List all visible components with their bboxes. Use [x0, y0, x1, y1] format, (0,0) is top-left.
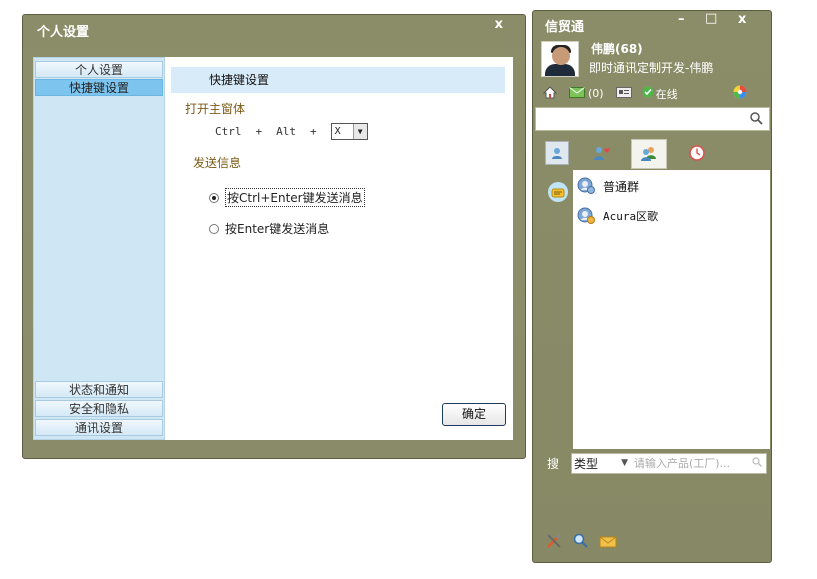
chat-bubble-icon: [548, 182, 568, 202]
tab-groups[interactable]: [631, 139, 667, 169]
nav-item-security-privacy[interactable]: 安全和隐私: [35, 400, 163, 417]
settings-nav: 个人设置 快捷键设置 状态和通知 安全和隐私 通讯设置: [33, 57, 165, 440]
tools-icon[interactable]: [545, 532, 563, 553]
search-label: 搜: [546, 456, 559, 471]
group-name: Acura区歌: [603, 210, 659, 223]
settings-window: 个人设置 x 个人设置 快捷键设置 状态和通知 安全和隐私 通讯设置 快捷键设置…: [22, 14, 526, 459]
contact-icon: [552, 148, 562, 159]
contact-search-input[interactable]: [535, 107, 770, 131]
group-avatar-icon: [577, 207, 595, 224]
plus-label: +: [255, 125, 263, 138]
radio-button-checked[interactable]: [209, 192, 219, 203]
plus-label: +: [310, 125, 317, 138]
settings-body: 个人设置 快捷键设置 状态和通知 安全和隐私 通讯设置 快捷键设置 打开主窗体 …: [33, 57, 513, 440]
status-text[interactable]: 在线: [656, 86, 678, 102]
tab-favorites[interactable]: [591, 141, 615, 165]
nav-item-hotkeys[interactable]: 快捷键设置: [35, 79, 163, 96]
product-search-input[interactable]: 请输入产品(工厂)...: [634, 455, 752, 471]
avatar[interactable]: [541, 41, 579, 77]
ctrl-key-label: Ctrl: [215, 125, 242, 138]
content-header: 快捷键设置: [171, 67, 505, 93]
status-bar: (0) 在线: [542, 85, 747, 102]
settings-title: 个人设置: [37, 25, 90, 40]
search-icon[interactable]: [752, 456, 762, 470]
minimize-button[interactable]: –: [678, 12, 685, 27]
maximize-button[interactable]: □: [705, 11, 717, 26]
bottom-toolbar: [545, 532, 617, 553]
radio-label-ctrl-enter[interactable]: 按Ctrl+Enter键发送消息: [225, 188, 365, 207]
type-label: 类型: [574, 456, 599, 471]
list-item[interactable]: 普通群: [577, 177, 639, 195]
heart-contacts-icon: [594, 147, 610, 160]
close-button[interactable]: x: [495, 17, 503, 32]
group-chat-side-icon[interactable]: [545, 179, 571, 205]
tab-recent[interactable]: [685, 141, 709, 165]
hotkey-select-value: X: [334, 126, 341, 137]
user-name: 伟鹏(68): [591, 42, 643, 56]
product-search-box[interactable]: 类型 ▼ 请输入产品(工厂)...: [571, 452, 767, 474]
search-icon[interactable]: [750, 112, 763, 128]
ok-button[interactable]: 确定: [442, 403, 506, 426]
nav-item-status-notify[interactable]: 状态和通知: [35, 381, 163, 398]
search-icon[interactable]: [573, 533, 589, 552]
group-icon: [641, 147, 656, 161]
product-search-bar: 搜 类型 ▼ 请输入产品(工厂)...: [535, 452, 770, 474]
type-dropdown[interactable]: 类型 ▼: [572, 455, 634, 472]
hotkey-row: Ctrl + Alt + X ▼: [215, 123, 368, 140]
close-button[interactable]: x: [738, 12, 746, 27]
content-panel: 快捷键设置 打开主窗体 Ctrl + Alt + X ▼ 发送信息 按Ctrl+…: [167, 57, 513, 440]
mail-count: (0): [588, 87, 604, 100]
alt-key-label: Alt: [276, 125, 296, 138]
home-icon[interactable]: [542, 85, 558, 102]
envelope-icon[interactable]: [599, 534, 617, 551]
messenger-window: 信贸通 – □ x 伟鹏(68) 即时通讯定制开发-伟鹏 (0) 在线 普通群 …: [532, 10, 772, 563]
group-name: 普通群: [603, 179, 640, 194]
chevron-down-icon: ▼: [621, 457, 628, 468]
group-avatar-icon: [577, 177, 595, 194]
nav-item-personal[interactable]: 个人设置: [35, 61, 163, 78]
radio-enter[interactable]: 按Enter键发送消息: [209, 220, 329, 237]
clock-icon: [689, 145, 705, 161]
user-signature[interactable]: 即时通讯定制开发-伟鹏: [589, 59, 713, 76]
hotkey-select[interactable]: X ▼: [330, 123, 368, 140]
radio-button[interactable]: [209, 223, 219, 234]
online-check-icon[interactable]: [642, 86, 654, 101]
open-main-window-label: 打开主窗体: [185, 102, 246, 116]
nav-item-communication[interactable]: 通讯设置: [35, 419, 163, 436]
list-item[interactable]: Acura区歌: [577, 207, 658, 225]
mail-icon[interactable]: [569, 86, 585, 101]
main-tabs: [535, 139, 770, 171]
chevron-down-icon[interactable]: ▼: [352, 124, 367, 139]
group-list: 普通群 Acura区歌: [573, 170, 770, 449]
radio-label-enter[interactable]: 按Enter键发送消息: [225, 220, 329, 237]
color-palette-icon[interactable]: [733, 85, 747, 102]
card-icon[interactable]: [615, 86, 632, 101]
messenger-title: 信贸通: [545, 20, 585, 35]
send-message-label: 发送信息: [193, 156, 242, 170]
radio-ctrl-enter[interactable]: 按Ctrl+Enter键发送消息: [209, 188, 365, 207]
tab-contacts[interactable]: [545, 141, 569, 165]
